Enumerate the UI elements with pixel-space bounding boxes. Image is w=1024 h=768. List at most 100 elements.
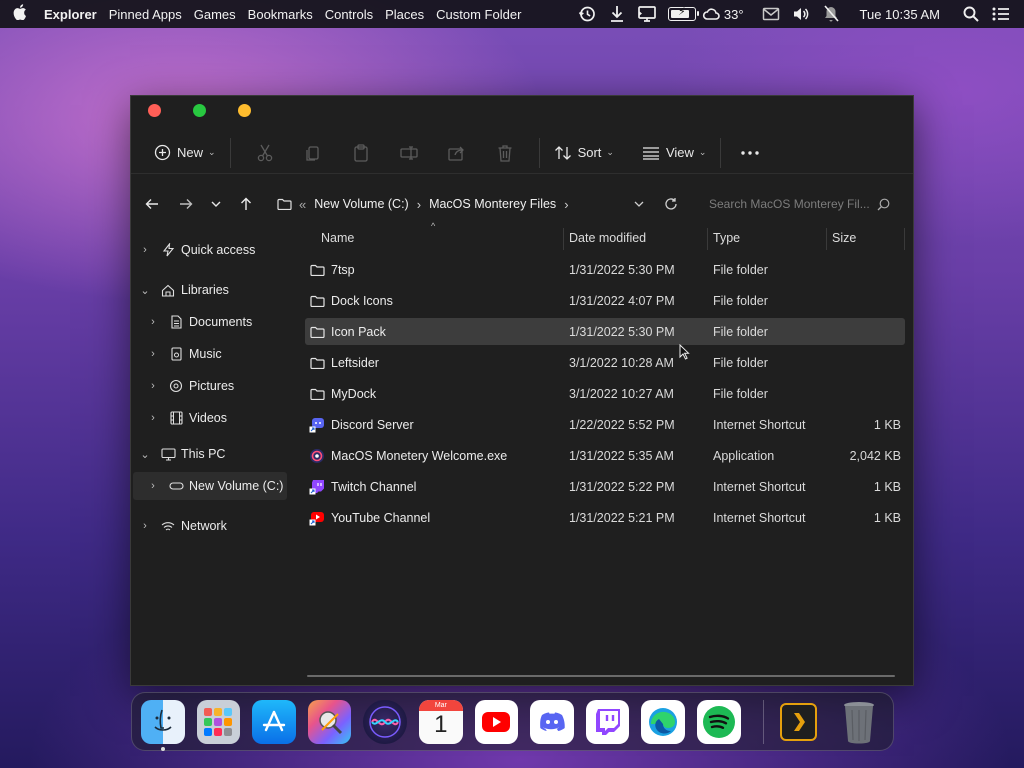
history-icon[interactable]: [572, 0, 602, 28]
volume-icon[interactable]: [786, 0, 816, 28]
file-row[interactable]: Icon Pack 1/31/2022 5:30 PM File folder: [305, 318, 905, 345]
menu-places[interactable]: Places: [379, 7, 430, 22]
breadcrumb-overflow[interactable]: «: [295, 197, 310, 212]
cloud-icon[interactable]: [702, 0, 720, 28]
chevron-right-icon[interactable]: ›: [137, 520, 153, 532]
chevron-right-icon[interactable]: ›: [145, 480, 161, 492]
twitch-icon[interactable]: [585, 699, 630, 744]
up-button[interactable]: [231, 189, 261, 219]
plex-icon[interactable]: [779, 702, 818, 741]
column-size[interactable]: Size: [826, 224, 904, 252]
edge-icon[interactable]: [641, 699, 686, 744]
sidebar-item-quick-access[interactable]: › Quick access: [131, 236, 291, 264]
discord-icon[interactable]: [530, 699, 574, 744]
back-button[interactable]: [137, 189, 167, 219]
sidebar-item-network[interactable]: › Network: [131, 512, 291, 540]
file-row[interactable]: Dock Icons 1/31/2022 4:07 PM File folder: [305, 287, 905, 314]
download-icon[interactable]: [602, 0, 632, 28]
file-name-cell[interactable]: Icon Pack: [309, 318, 386, 345]
calendar-icon[interactable]: Mar 1: [419, 699, 463, 744]
copy-icon[interactable]: [289, 137, 337, 169]
file-name-cell[interactable]: Twitch Channel: [309, 473, 416, 500]
forward-button[interactable]: [171, 189, 201, 219]
file-name-cell[interactable]: Leftsider: [309, 349, 379, 376]
view-button[interactable]: View ⌄: [638, 137, 711, 169]
chevron-right-icon[interactable]: ›: [145, 380, 161, 392]
app-store-icon[interactable]: [252, 699, 296, 744]
new-button[interactable]: New ⌄: [149, 137, 220, 169]
column-type[interactable]: Type: [707, 224, 825, 252]
horizontal-scrollbar[interactable]: [307, 675, 895, 677]
display-icon[interactable]: [632, 0, 662, 28]
chevron-right-icon[interactable]: ›: [145, 316, 161, 328]
chevron-right-icon[interactable]: ›: [145, 412, 161, 424]
notifications-off-icon[interactable]: [816, 0, 846, 28]
sidebar-item-this-pc[interactable]: ⌄ This PC: [131, 440, 291, 468]
file-row[interactable]: YouTube Channel 1/31/2022 5:21 PM Internet…: [305, 504, 905, 531]
minimize-button[interactable]: [238, 104, 251, 117]
chevron-right-icon[interactable]: ›: [413, 197, 425, 212]
sidebar-item-documents[interactable]: › Documents: [131, 308, 291, 336]
breadcrumb-new-volume[interactable]: New Volume (C:): [310, 197, 412, 211]
recent-locations-button[interactable]: [201, 189, 231, 219]
file-name-cell[interactable]: MyDock: [309, 380, 376, 407]
search-input[interactable]: [703, 192, 871, 216]
menu-games[interactable]: Games: [188, 7, 242, 22]
column-name[interactable]: Name: [315, 224, 563, 252]
file-row[interactable]: Discord Server 1/22/2022 5:52 PM Internet …: [305, 411, 905, 438]
launchpad-icon[interactable]: [196, 699, 241, 744]
file-row[interactable]: MyDock 3/1/2022 10:27 AM File folder: [305, 380, 905, 407]
menu-bookmarks[interactable]: Bookmarks: [242, 7, 319, 22]
file-name-cell[interactable]: YouTube Channel: [309, 504, 430, 531]
sort-button[interactable]: Sort ⌄: [550, 137, 618, 169]
sidebar-item-libraries[interactable]: ⌄ Libraries: [131, 276, 291, 304]
file-row[interactable]: Twitch Channel 1/31/2022 5:22 PM Internet …: [305, 473, 905, 500]
trash-icon[interactable]: [837, 700, 881, 744]
search-icon[interactable]: [956, 0, 986, 28]
sidebar-item-pictures[interactable]: › Pictures: [131, 372, 291, 400]
column-date-modified[interactable]: Date modified: [563, 224, 707, 252]
file-name-cell[interactable]: MacOS Monetery Welcome.exe: [309, 442, 507, 469]
menu-pinned-apps[interactable]: Pinned Apps: [103, 7, 188, 22]
finder-icon[interactable]: [141, 699, 185, 751]
file-name-cell[interactable]: Discord Server: [309, 411, 414, 438]
youtube-icon[interactable]: [474, 699, 519, 744]
apple-icon[interactable]: [0, 4, 40, 24]
chevron-down-icon[interactable]: ⌄: [137, 284, 153, 297]
paste-icon[interactable]: [337, 137, 385, 169]
more-options-button[interactable]: [731, 137, 769, 169]
chevron-down-icon[interactable]: ⌄: [137, 448, 153, 461]
siri-icon[interactable]: [363, 699, 408, 744]
column-divider[interactable]: [904, 228, 905, 250]
share-icon[interactable]: [433, 137, 481, 169]
spotify-icon[interactable]: [697, 699, 741, 744]
file-name-cell[interactable]: 7tsp: [309, 256, 355, 283]
breadcrumb-monterey-files[interactable]: MacOS Monterey Files: [425, 197, 560, 211]
menu-app-name[interactable]: Explorer: [40, 7, 103, 22]
battery-icon[interactable]: ⚡: [662, 0, 702, 28]
address-history-button[interactable]: [627, 188, 651, 220]
sidebar-item-videos[interactable]: › Videos: [131, 404, 291, 432]
menu-custom-folder[interactable]: Custom Folder: [430, 7, 527, 22]
close-button[interactable]: [148, 104, 161, 117]
file-row[interactable]: MacOS Monetery Welcome.exe 1/31/2022 5:35…: [305, 442, 905, 469]
file-row[interactable]: Leftsider 3/1/2022 10:28 AM File folder: [305, 349, 905, 376]
rename-icon[interactable]: [385, 137, 433, 169]
delete-icon[interactable]: [481, 137, 529, 169]
refresh-button[interactable]: [657, 188, 685, 220]
menu-clock[interactable]: Tue 10:35 AM: [846, 7, 956, 22]
sidebar-item-music[interactable]: › Music: [131, 340, 291, 368]
menu-controls[interactable]: Controls: [319, 7, 379, 22]
system-tools-icon[interactable]: [307, 699, 352, 744]
sidebar-item-new-volume[interactable]: › New Volume (C:): [133, 472, 287, 500]
weather-temperature[interactable]: 33°: [720, 7, 748, 22]
maximize-button[interactable]: [193, 104, 206, 117]
chevron-right-icon[interactable]: ›: [137, 244, 153, 256]
file-name-cell[interactable]: Dock Icons: [309, 287, 393, 314]
chevron-right-icon[interactable]: ›: [145, 348, 161, 360]
cut-icon[interactable]: [241, 137, 289, 169]
control-center-icon[interactable]: [986, 0, 1016, 28]
mail-icon[interactable]: [756, 0, 786, 28]
file-row[interactable]: 7tsp 1/31/2022 5:30 PM File folder: [305, 256, 905, 283]
chevron-right-icon[interactable]: ›: [560, 197, 572, 212]
